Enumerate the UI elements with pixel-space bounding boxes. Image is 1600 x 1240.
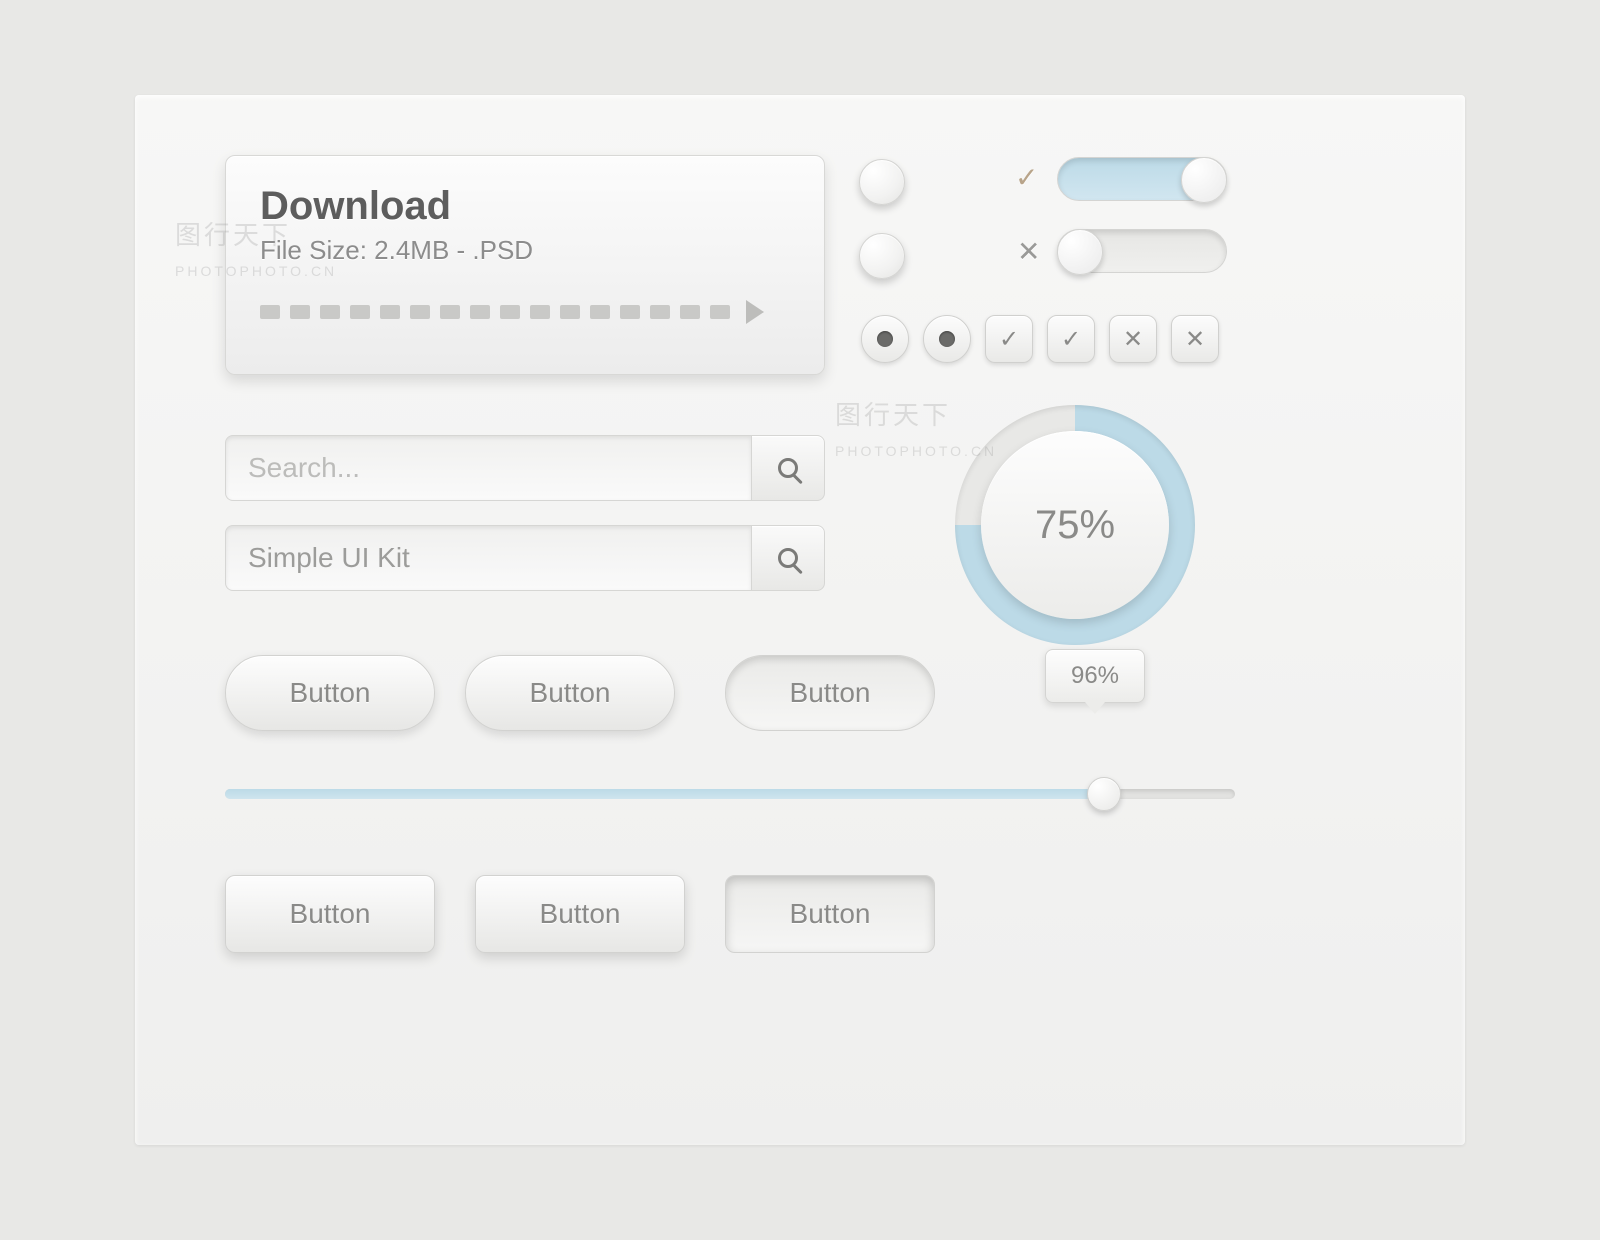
radio-selected-1[interactable] bbox=[861, 315, 909, 363]
pill-button-1[interactable]: Button bbox=[225, 655, 435, 731]
search-icon bbox=[778, 548, 798, 568]
search-field-filled bbox=[225, 525, 825, 591]
pill-button-2[interactable]: Button bbox=[465, 655, 675, 731]
slider-handle[interactable] bbox=[1087, 777, 1121, 811]
search-icon bbox=[778, 458, 798, 478]
cross-icon: ✕ bbox=[1185, 325, 1205, 354]
toggle-handle[interactable] bbox=[1057, 229, 1103, 275]
search-input[interactable] bbox=[225, 435, 751, 501]
cross-button-1[interactable]: ✕ bbox=[1109, 315, 1157, 363]
round-knob-1[interactable] bbox=[859, 159, 905, 205]
download-subtitle: File Size: 2.4MB - .PSD bbox=[260, 235, 790, 266]
toggle-handle[interactable] bbox=[1181, 157, 1227, 203]
check-button-2[interactable]: ✓ bbox=[1047, 315, 1095, 363]
search-input[interactable] bbox=[225, 525, 751, 591]
download-progress-dashes bbox=[260, 300, 790, 324]
radio-selected-2[interactable] bbox=[923, 315, 971, 363]
rect-button-2[interactable]: Button bbox=[475, 875, 685, 953]
ui-kit-panel: Download File Size: 2.4MB - .PSD ✓ ✕ ✓ ✓… bbox=[135, 95, 1465, 1145]
rect-button-1[interactable]: Button bbox=[225, 875, 435, 953]
progress-ring-label: 75% bbox=[981, 431, 1169, 619]
toggle-on[interactable] bbox=[1057, 157, 1227, 201]
cross-icon: ✕ bbox=[1123, 325, 1143, 354]
check-button-1[interactable]: ✓ bbox=[985, 315, 1033, 363]
mini-button-row: ✓ ✓ ✕ ✕ bbox=[861, 315, 1219, 363]
download-card[interactable]: Download File Size: 2.4MB - .PSD bbox=[225, 155, 825, 375]
search-button[interactable] bbox=[751, 525, 825, 591]
round-knob-2[interactable] bbox=[859, 233, 905, 279]
toggle-off[interactable] bbox=[1057, 229, 1227, 273]
check-icon: ✓ bbox=[1061, 325, 1081, 354]
progress-ring: 75% bbox=[955, 405, 1195, 645]
check-icon: ✓ bbox=[1015, 161, 1038, 194]
check-icon: ✓ bbox=[999, 325, 1019, 354]
search-field-empty bbox=[225, 435, 825, 501]
pill-button-3-pressed[interactable]: Button bbox=[725, 655, 935, 731]
slider-tooltip: 96% bbox=[1045, 649, 1145, 703]
rect-button-3-pressed[interactable]: Button bbox=[725, 875, 935, 953]
cross-icon: ✕ bbox=[1017, 235, 1040, 268]
slider-fill bbox=[225, 789, 1104, 799]
search-button[interactable] bbox=[751, 435, 825, 501]
download-title: Download bbox=[260, 184, 790, 229]
arrow-right-icon bbox=[746, 300, 764, 324]
cross-button-2[interactable]: ✕ bbox=[1171, 315, 1219, 363]
slider-track[interactable] bbox=[225, 789, 1235, 799]
